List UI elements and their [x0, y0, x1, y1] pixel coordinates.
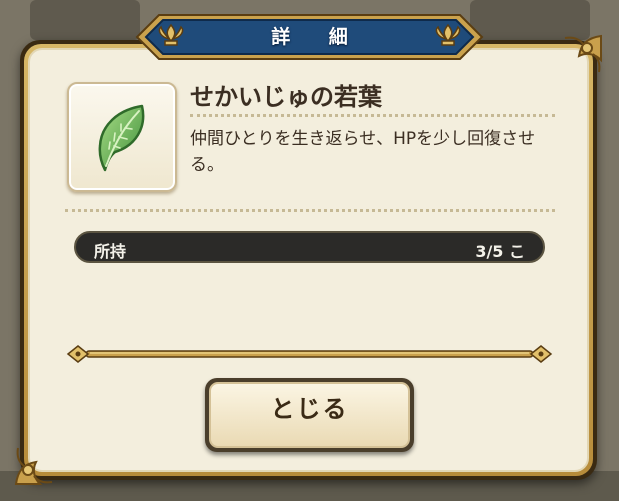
world-tree-leaf-icon	[98, 104, 145, 172]
close-button[interactable]: とじる	[205, 378, 414, 452]
owned-count-bar: 所持 3/5 こ	[74, 231, 545, 263]
corner-ornament-icon	[14, 447, 53, 485]
corner-ornament-icon	[564, 34, 602, 73]
divider-dotted	[190, 114, 555, 117]
rod-end-left-icon	[66, 345, 90, 363]
title-banner: 詳 細	[133, 11, 486, 63]
divider-dotted	[65, 209, 555, 212]
owned-label: 所持	[94, 242, 127, 261]
item-icon-frame	[67, 82, 177, 192]
close-button-label: とじる	[270, 395, 349, 423]
background-slot-left	[30, 0, 140, 40]
owned-count: 3/5 こ	[475, 242, 525, 261]
item-name: せかいじゅの若葉	[190, 83, 382, 111]
item-description: 仲間ひとりを生き返らせ、HPを少し回復させる。	[190, 129, 536, 175]
rod-end-right-icon	[529, 345, 553, 363]
gold-rod-divider	[66, 345, 553, 363]
dialog-title: 詳 細	[271, 26, 364, 48]
